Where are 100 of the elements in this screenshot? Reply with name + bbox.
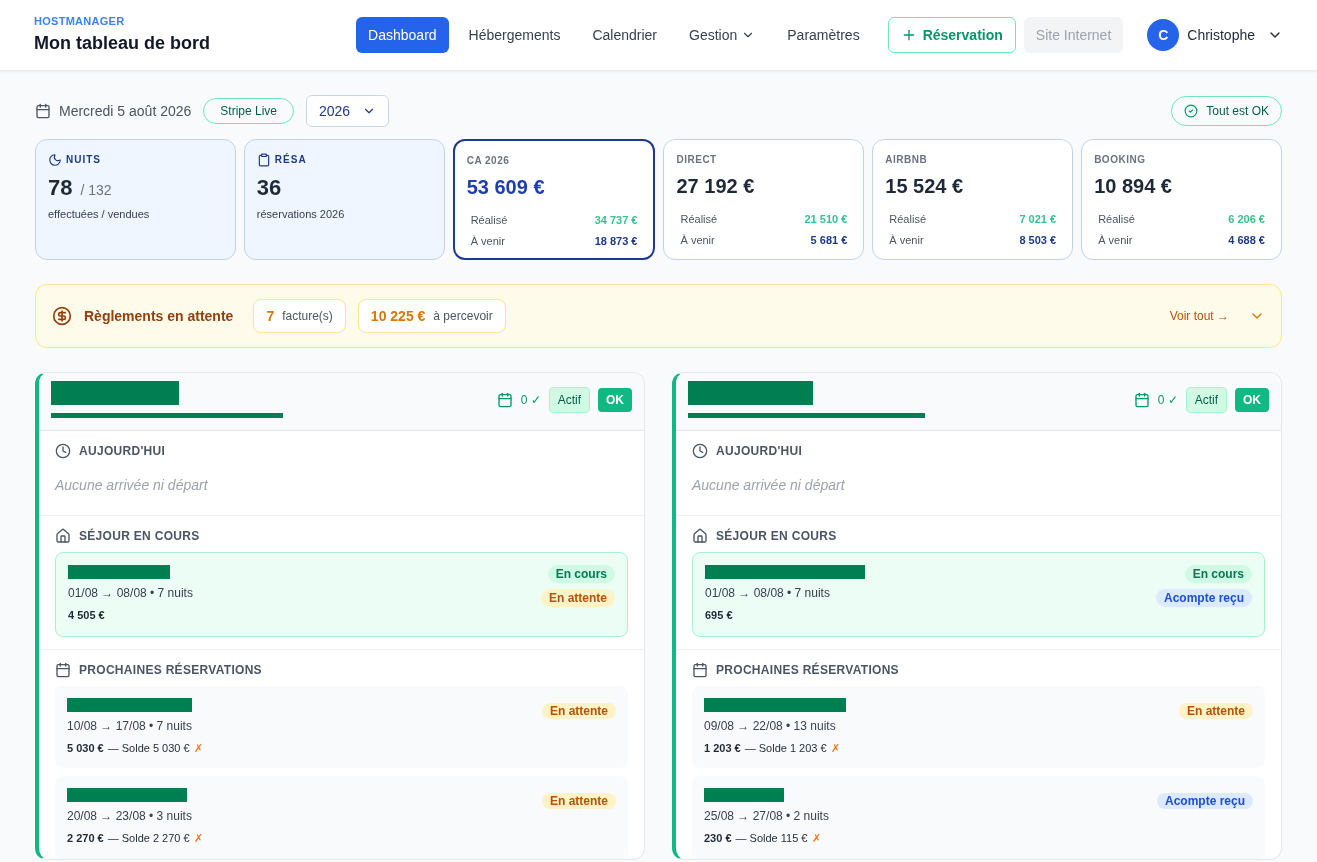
stat-label: AIRBNB	[885, 153, 929, 167]
booking-dates: 25/08 → 27/08 • 2 nuits	[704, 808, 829, 824]
empty-message: Aucune arrivée ni départ	[692, 476, 846, 495]
new-reservation-button[interactable]: Réservation	[887, 17, 1016, 53]
upcoming-amount: 4 688 €	[1228, 232, 1265, 248]
nav-tab[interactable]: Paramètres	[775, 17, 872, 53]
stat-value: 27 192 €	[676, 174, 756, 199]
nav-tab[interactable]: Calendrier	[580, 17, 670, 53]
ok-badge: OK	[598, 388, 632, 412]
row-label: Réalisé	[889, 212, 926, 227]
row-label: À venir	[1098, 232, 1133, 248]
realised-amount: 21 510 €	[804, 212, 848, 227]
balance-text: — Solde 2 270 €	[107, 831, 190, 846]
stat-caption: effectuées / vendues	[48, 207, 151, 222]
nav-tab[interactable]: Hébergements	[456, 17, 573, 53]
stat-caption: réservations 2026	[256, 207, 346, 222]
realised-amount: 7 021 €	[1019, 212, 1057, 227]
calendar-icon	[35, 103, 51, 119]
unpaid-mark: ✗	[193, 740, 203, 756]
upcoming-amount: 5 681 €	[810, 232, 848, 248]
booking-dates: 09/08 → 22/08 • 13 nuits	[704, 717, 837, 734]
status-badge: En attente	[541, 589, 615, 607]
home-icon	[55, 528, 71, 544]
stat-value: 53 609 €	[466, 175, 546, 200]
banner-title: Règlements en attente	[84, 307, 234, 326]
stat-value: 36	[256, 174, 282, 202]
section-title: PROCHAINES RÉSERVATIONS	[716, 661, 899, 678]
status-badge: Acompte reçu	[1156, 793, 1253, 809]
see-all-link[interactable]: Voir tout →	[1169, 308, 1229, 324]
status-badge: En attente	[1179, 702, 1253, 719]
stat-label: CA 2026	[466, 154, 511, 168]
row-label: À venir	[470, 233, 505, 249]
moon-icon	[48, 152, 62, 167]
section-title: SÉJOUR EN COURS	[716, 528, 837, 544]
balance-text: — Solde 1 203 €	[744, 740, 827, 756]
row-label: À venir	[889, 232, 924, 248]
upcoming-amount: 8 503 €	[1019, 232, 1057, 248]
active-badge: Actif	[1185, 387, 1227, 413]
row-label: Réalisé	[470, 213, 508, 228]
current-date: Mercredi 5 août 2026	[59, 102, 192, 121]
booking-dates: 10/08 → 17/08 • 7 nuits	[67, 717, 193, 734]
row-label: À venir	[680, 232, 715, 248]
check-count: 0 ✓	[520, 392, 541, 408]
calendar-icon	[55, 661, 71, 678]
stay-amount: 695 €	[705, 608, 734, 623]
balance-text: — Solde 5 030 €	[107, 740, 190, 756]
realised-amount: 6 206 €	[1228, 212, 1265, 227]
booking-amount: 5 030 €	[67, 740, 104, 756]
balance-text: — Solde 115 €	[735, 831, 808, 846]
upcoming-amount: 18 873 €	[594, 233, 638, 249]
nav-tab[interactable]: Gestion	[677, 17, 768, 53]
home-icon	[692, 528, 708, 544]
unpaid-mark: ✗	[830, 740, 840, 756]
booking-amount: 230 €	[704, 831, 732, 846]
section-title: PROCHAINES RÉSERVATIONS	[79, 661, 262, 678]
stat-value: 10 894 €	[1094, 174, 1173, 199]
status-badge: En attente	[542, 793, 616, 809]
stay-amount: 4 505 €	[68, 608, 106, 623]
stay-dates: 01/08 → 08/08 • 7 nuits	[705, 585, 831, 601]
status-badge: En cours	[547, 565, 615, 583]
booking-amount: 2 270 €	[67, 831, 104, 846]
check-circle-icon	[1184, 104, 1199, 118]
clock-icon	[692, 443, 708, 459]
calendar-icon	[1133, 392, 1150, 408]
invoice-count: 7	[266, 307, 275, 326]
stat-label: BOOKING	[1094, 153, 1147, 167]
ok-badge: OK	[1235, 388, 1269, 412]
booking-amount: 1 203 €	[704, 740, 741, 756]
stat-label: DIRECT	[676, 153, 718, 167]
stat-label: NUITS	[66, 153, 101, 167]
stat-label: RÉSA	[274, 152, 307, 167]
stay-dates: 01/08 → 08/08 • 7 nuits	[68, 585, 193, 601]
user-menu[interactable]: C Christophe	[1147, 19, 1283, 51]
section-title: AUJOURD'HUI	[79, 443, 166, 459]
invoice-label: facture(s)	[282, 308, 333, 324]
brand-label: HOSTMANAGER	[34, 13, 126, 29]
status-badge: En cours	[1184, 565, 1252, 583]
section-title: AUJOURD'HUI	[716, 443, 803, 459]
dollar-icon	[52, 306, 72, 326]
stat-total: / 132	[80, 181, 112, 200]
page-title: Mon tableau de bord	[34, 32, 210, 56]
empty-message: Aucune arrivée ni départ	[55, 476, 209, 495]
active-badge: Actif	[548, 387, 590, 413]
booking-dates: 20/08 → 23/08 • 3 nuits	[67, 808, 193, 824]
calendar-icon	[692, 661, 708, 678]
nav-tab[interactable]: Dashboard	[356, 17, 449, 53]
realised-amount: 34 737 €	[594, 213, 638, 228]
year-select[interactable]: 2026	[306, 95, 390, 127]
row-label: Réalisé	[1098, 212, 1135, 227]
unpaid-mark: ✗	[811, 831, 821, 846]
stat-value: 78	[48, 174, 73, 202]
clock-icon	[55, 443, 71, 459]
user-avatar: C	[1147, 19, 1180, 51]
pending-amount: 10 225 €	[370, 307, 426, 326]
clipboard-icon	[256, 152, 271, 167]
section-title: SÉJOUR EN COURS	[79, 528, 200, 544]
calendar-icon	[496, 392, 513, 408]
row-label: Réalisé	[680, 212, 718, 227]
status-badge: En attente	[542, 702, 616, 719]
status-badge: Acompte reçu	[1155, 589, 1252, 607]
